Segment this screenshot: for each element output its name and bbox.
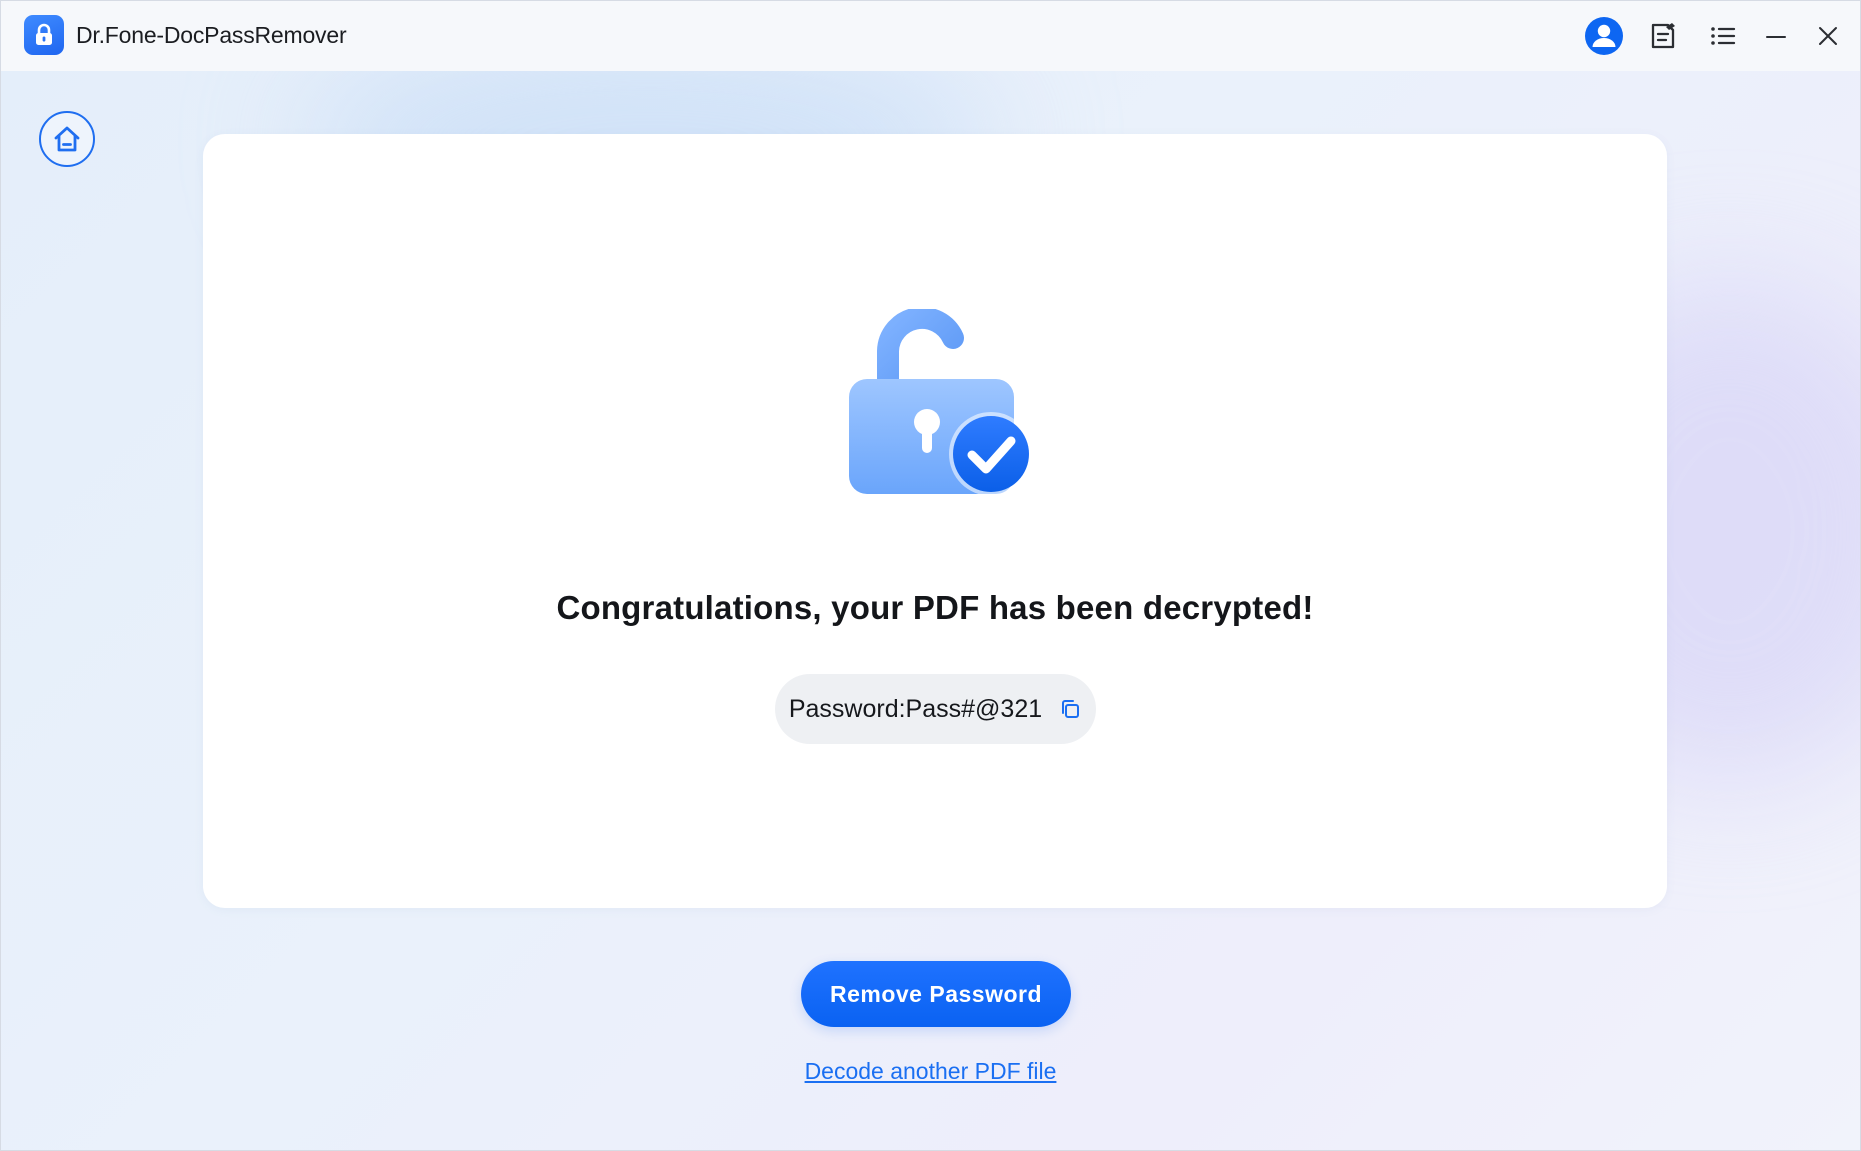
home-button[interactable] — [39, 111, 95, 167]
unlocked-padlock-icon — [843, 306, 1043, 509]
remove-password-button[interactable]: Remove Password — [801, 961, 1071, 1027]
home-icon — [51, 123, 83, 155]
result-card: Congratulations, your PDF has been decry… — [203, 134, 1667, 908]
decode-another-link[interactable]: Decode another PDF file — [1, 1058, 1860, 1085]
account-icon[interactable] — [1583, 15, 1625, 57]
copy-icon[interactable] — [1058, 697, 1082, 721]
success-headline: Congratulations, your PDF has been decry… — [556, 589, 1314, 626]
lock-logo-icon — [24, 15, 64, 55]
app-window: Dr.Fone-DocPassRemover Congratulations, … — [0, 0, 1861, 1151]
decode-another-link-label[interactable]: Decode another PDF file — [805, 1058, 1057, 1084]
app-title: Dr.Fone-DocPassRemover — [76, 22, 347, 48]
password-display: Password:Pass#@321 — [775, 674, 1096, 744]
password-text: Password:Pass#@321 — [788, 694, 1043, 723]
minimize-icon[interactable] — [1755, 15, 1797, 57]
close-icon[interactable] — [1807, 15, 1849, 57]
title-bar: Dr.Fone-DocPassRemover — [1, 1, 1860, 71]
feedback-icon[interactable] — [1642, 15, 1684, 57]
menu-icon[interactable] — [1702, 15, 1744, 57]
